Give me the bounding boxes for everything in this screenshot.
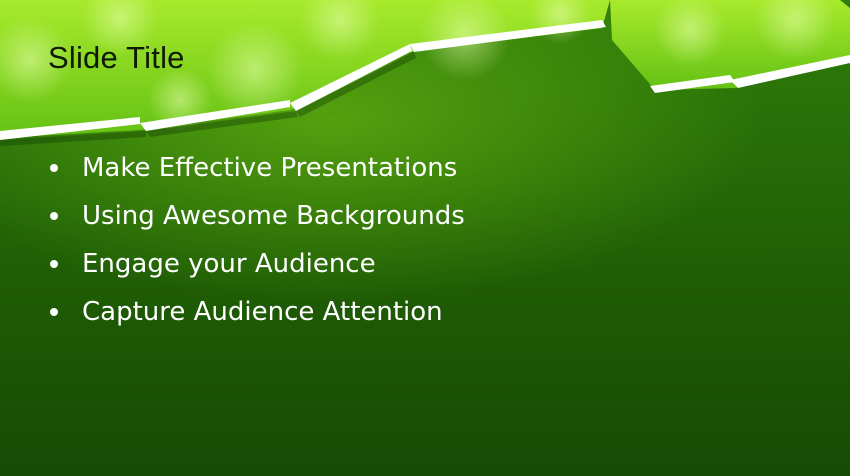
list-item: Make Effective Presentations: [48, 144, 465, 192]
bullet-text: Capture Audience Attention: [82, 297, 443, 327]
bullet-text: Engage your Audience: [82, 249, 376, 279]
bullet-list: Make Effective Presentations Using Aweso…: [48, 144, 465, 336]
bullet-icon: [50, 164, 58, 172]
bullet-icon: [50, 308, 58, 316]
list-item: Capture Audience Attention: [48, 288, 465, 336]
bullet-text: Make Effective Presentations: [82, 153, 458, 183]
list-item: Using Awesome Backgrounds: [48, 192, 465, 240]
slide-title: Slide Title: [48, 40, 185, 75]
bullet-icon: [50, 212, 58, 220]
slide: Slide Title Make Effective Presentations…: [0, 0, 850, 476]
list-item: Engage your Audience: [48, 240, 465, 288]
bullet-icon: [50, 260, 58, 268]
bullet-text: Using Awesome Backgrounds: [82, 201, 465, 231]
